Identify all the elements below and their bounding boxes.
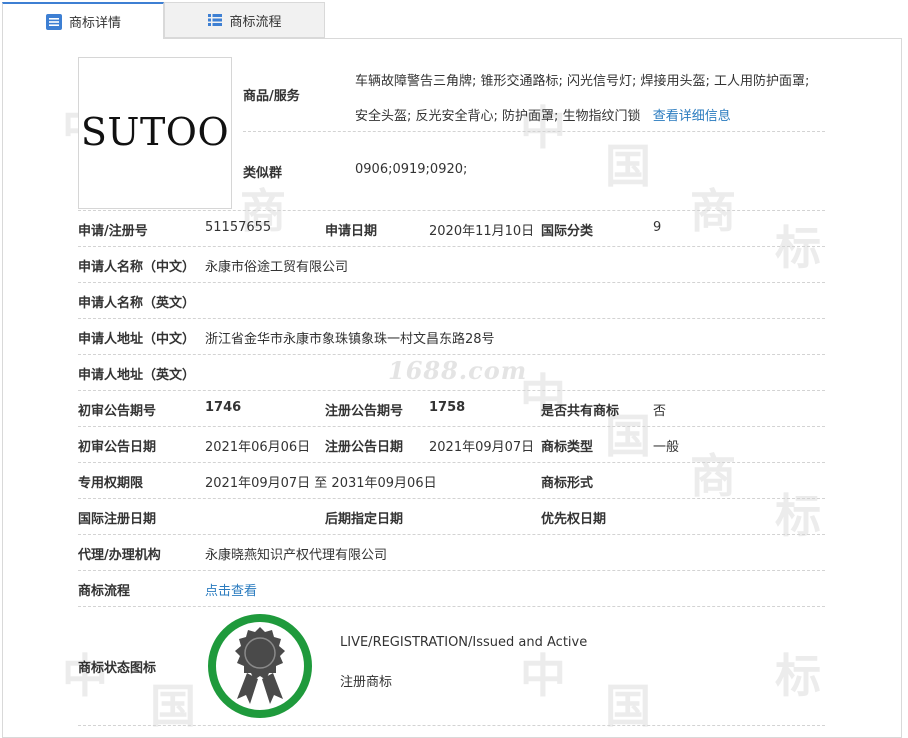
reg-no-value: 51157655	[205, 220, 272, 235]
divider	[78, 606, 825, 607]
intl-reg-date-label: 国际注册日期	[78, 512, 157, 527]
divider	[78, 354, 825, 355]
goods-text: 车辆故障警告三角牌; 锥形交通路标; 闪光信号灯; 焊接用头盔; 工人用防护面罩…	[355, 74, 810, 124]
applicant-cn-label: 申请人名称（中文）	[78, 260, 196, 275]
intl-class-label: 国际分类	[541, 224, 594, 239]
tab-trademark-flow[interactable]: 商标流程	[164, 2, 325, 38]
reg-pub-date-value: 2021年09月07日	[429, 440, 535, 455]
tab-flow-label: 商标流程	[229, 14, 282, 30]
mark-type-label: 商标类型	[541, 440, 594, 455]
divider	[78, 210, 825, 211]
reg-pub-no-label: 注册公告期号	[325, 404, 404, 419]
prelim-no-value: 1746	[205, 400, 242, 415]
shared-label: 是否共有商标	[541, 404, 620, 419]
trademark-logo-text: SUTOO	[80, 110, 230, 154]
divider	[78, 390, 825, 391]
tab-trademark-detail[interactable]: 商标详情	[2, 2, 164, 39]
applicant-en-label: 申请人名称（英文）	[78, 296, 196, 311]
divider	[78, 462, 825, 463]
divider	[78, 246, 825, 247]
grid-list-icon	[207, 12, 223, 28]
reg-no-label: 申请/注册号	[78, 224, 148, 239]
divider	[78, 725, 825, 726]
reg-pub-date-label: 注册公告日期	[325, 440, 404, 455]
apply-date-label: 申请日期	[325, 224, 378, 239]
exclusive-label: 专用权期限	[78, 476, 144, 491]
agent-label: 代理/办理机构	[78, 548, 161, 563]
divider	[243, 131, 825, 132]
similar-group-value: 0906;0919;0920;	[355, 162, 468, 177]
divider	[78, 282, 825, 283]
reg-pub-no-value: 1758	[429, 400, 466, 415]
divider	[78, 534, 825, 535]
tab-detail-label: 商标详情	[68, 16, 121, 31]
registered-badge-icon	[207, 613, 313, 719]
flow-label: 商标流程	[78, 584, 131, 599]
intl-class-value: 9	[653, 220, 662, 235]
exclusive-value: 2021年09月07日 至 2031年09月06日	[205, 476, 437, 491]
priority-date-label: 优先权日期	[541, 512, 607, 527]
site-watermark: 1688.com	[388, 356, 528, 385]
goods-label: 商品/服务	[243, 89, 300, 104]
address-cn-label: 申请人地址（中文）	[78, 332, 196, 347]
mark-form-label: 商标形式	[541, 476, 594, 491]
agent-value: 永康晓燕知识产权代理有限公司	[205, 548, 388, 563]
apply-date-value: 2020年11月10日	[429, 224, 535, 239]
later-date-label: 后期指定日期	[325, 512, 404, 527]
divider	[78, 570, 825, 571]
divider	[78, 318, 825, 319]
prelim-no-label: 初审公告期号	[78, 404, 157, 419]
address-cn-value: 浙江省金华市永康市象珠镇象珠一村文昌东路28号	[205, 332, 495, 347]
divider	[78, 426, 825, 427]
similar-group-label: 类似群	[243, 166, 283, 181]
status-text-en: LIVE/REGISTRATION/Issued and Active	[340, 635, 588, 650]
status-icon-label: 商标状态图标	[78, 661, 157, 676]
shared-value: 否	[653, 404, 667, 419]
status-text-cn: 注册商标	[340, 675, 393, 690]
view-flow-link[interactable]: 点击查看	[205, 580, 257, 599]
applicant-cn-value: 永康市俗途工贸有限公司	[205, 260, 349, 275]
prelim-date-label: 初审公告日期	[78, 440, 157, 455]
prelim-date-value: 2021年06月06日	[205, 440, 311, 455]
address-en-label: 申请人地址（英文）	[78, 368, 196, 383]
goods-value: 车辆故障警告三角牌; 锥形交通路标; 闪光信号灯; 焊接用头盔; 工人用防护面罩…	[355, 64, 825, 134]
tab-bar: 商标详情 商标流程	[0, 0, 908, 39]
trademark-logo: SUTOO	[78, 57, 232, 209]
list-icon	[45, 13, 63, 31]
view-details-link[interactable]: 查看详细信息	[653, 109, 731, 124]
mark-type-value: 一般	[653, 440, 680, 455]
divider	[78, 498, 825, 499]
